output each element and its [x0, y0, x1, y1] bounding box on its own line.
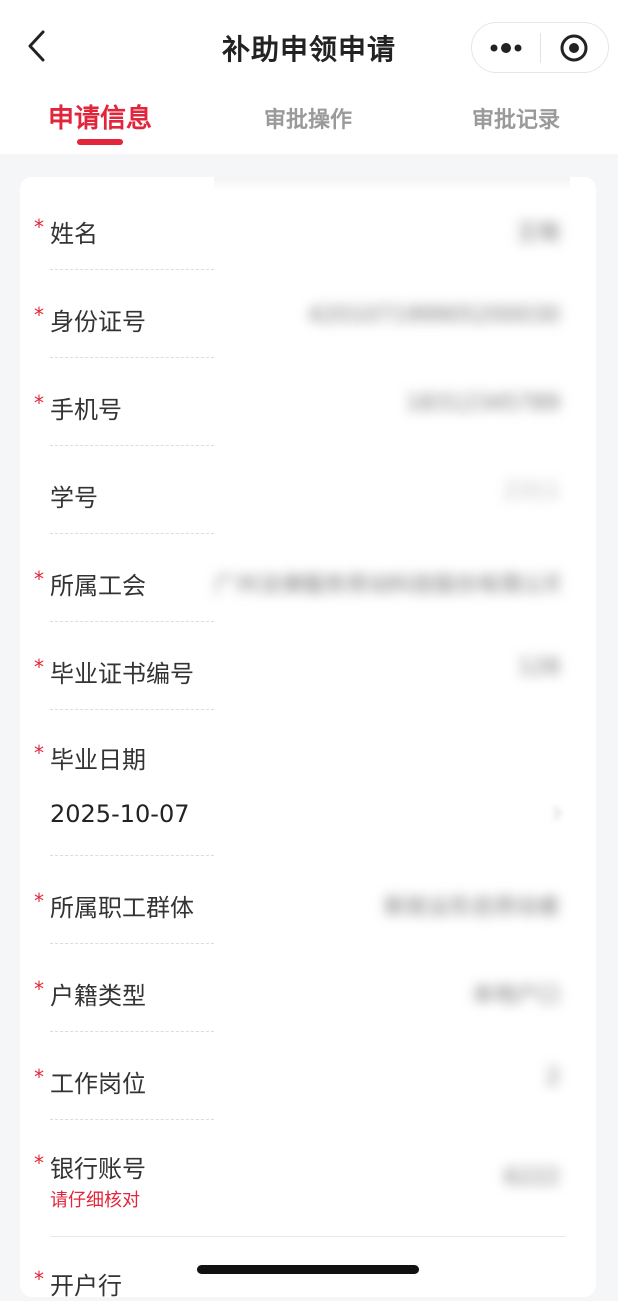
navigation-bar: 补助申领申请 — [0, 0, 618, 92]
field-label: 所属职工群体 — [50, 894, 194, 922]
divider — [50, 1236, 566, 1237]
field-value: 2 — [546, 1065, 560, 1090]
field-value: 广州法律服务劳动科技股份有限公司工会... — [214, 573, 560, 598]
field-value: 新就业形态劳动者 — [383, 895, 560, 920]
active-tab-indicator — [77, 139, 123, 145]
field-label: 工作岗位 — [50, 1070, 146, 1098]
tab-approval-action[interactable]: 审批操作 — [218, 92, 398, 154]
field-label: 毕业证书编号 — [50, 660, 194, 688]
tab-approval-records[interactable]: 审批记录 — [426, 92, 606, 154]
field-label: 所属工会 — [50, 572, 146, 600]
divider — [50, 621, 214, 622]
field-value: 2311 — [504, 479, 560, 504]
divider — [50, 1119, 214, 1120]
field-label: 毕业日期 — [50, 746, 146, 774]
target-circle-icon — [560, 34, 588, 61]
field-label: 学号 — [50, 484, 98, 512]
scroll-fade — [214, 177, 570, 191]
field-hint: 请仔细核对 — [50, 1190, 140, 1211]
divider — [50, 855, 214, 856]
more-button[interactable] — [472, 22, 540, 73]
required-mark: * — [34, 977, 44, 1001]
field-value: 6222 — [504, 1165, 560, 1190]
required-mark: * — [34, 303, 44, 327]
divider — [50, 709, 214, 710]
divider — [50, 269, 214, 270]
back-button[interactable] — [14, 24, 58, 68]
divider — [50, 445, 214, 446]
required-mark: * — [34, 741, 44, 765]
required-mark: * — [34, 391, 44, 415]
field-value: 420107199905200030 — [308, 303, 560, 328]
required-mark: * — [34, 567, 44, 591]
home-indicator — [197, 1265, 419, 1274]
divider — [50, 533, 214, 534]
field-label: 姓名 — [50, 220, 98, 248]
required-mark: * — [34, 889, 44, 913]
close-button[interactable] — [541, 22, 609, 73]
field-value: 18312345789 — [406, 391, 560, 416]
required-mark: * — [34, 1065, 44, 1089]
date-value: 2025-10-07 — [50, 800, 190, 828]
divider — [50, 357, 214, 358]
chevron-left-icon — [28, 30, 45, 62]
required-mark: * — [34, 1151, 44, 1175]
chevron-right-icon — [553, 806, 562, 820]
field-value: 本地户口 — [471, 983, 560, 1008]
required-mark: * — [34, 1267, 44, 1291]
more-dots-icon — [490, 42, 522, 53]
required-mark: * — [34, 655, 44, 679]
application-form-card: * 姓名 王晓 * 身份证号 420107199905200030 * 手机号 … — [20, 177, 596, 1300]
field-value: 128 — [518, 655, 560, 680]
field-label: 身份证号 — [50, 308, 146, 336]
field-value: 王晓 — [515, 221, 560, 246]
divider — [50, 1031, 214, 1032]
mini-program-capsule — [471, 22, 609, 73]
field-label: 开户行 — [50, 1272, 122, 1300]
field-label: 手机号 — [50, 396, 122, 424]
divider — [50, 943, 214, 944]
required-mark: * — [34, 215, 44, 239]
field-label: 户籍类型 — [50, 982, 146, 1010]
field-label: 银行账号 — [50, 1155, 146, 1183]
